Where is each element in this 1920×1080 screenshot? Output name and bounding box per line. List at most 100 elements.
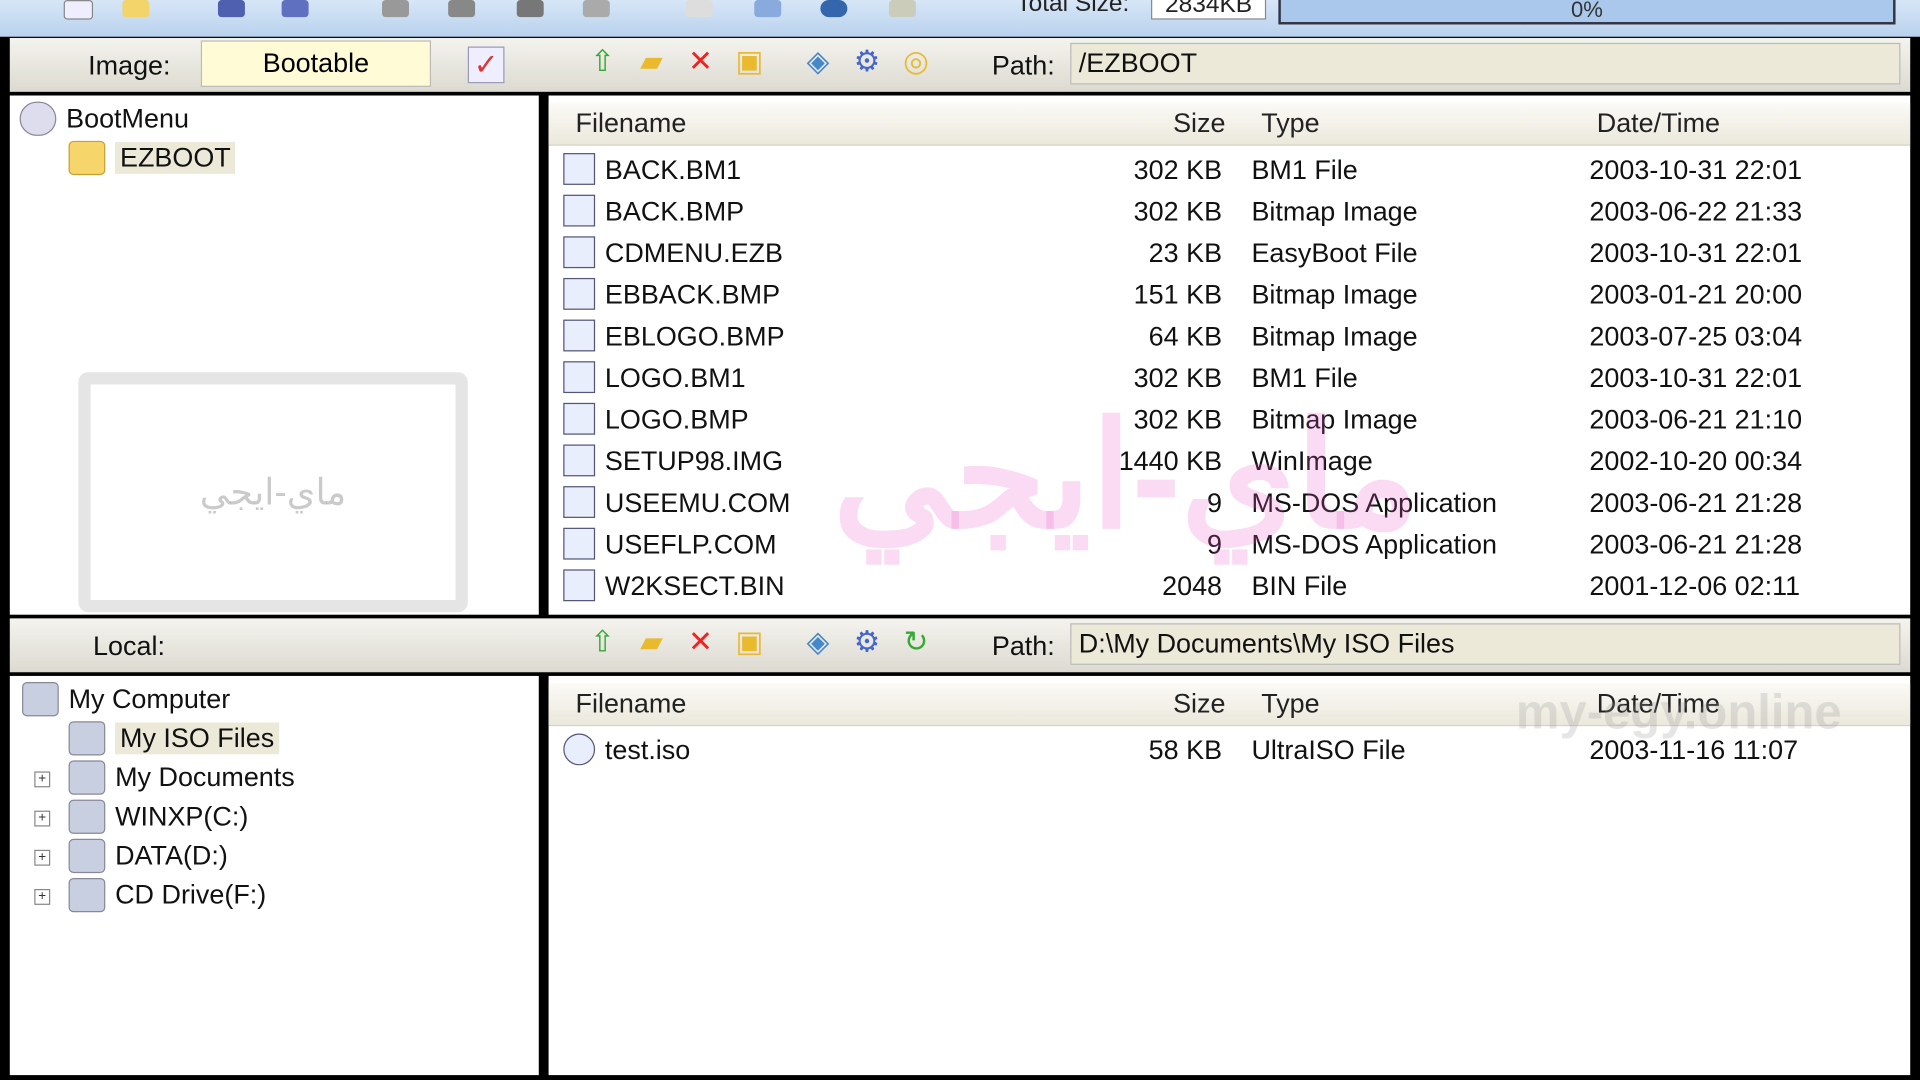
- drive-icon: [68, 799, 106, 834]
- file-type: UltraISO File: [1251, 734, 1406, 766]
- new-icon[interactable]: [63, 0, 94, 20]
- tree-label: My Documents: [115, 761, 295, 793]
- file-datetime: 2003-10-31 22:01: [1589, 362, 1803, 394]
- column-size[interactable]: Size: [1173, 688, 1225, 720]
- tree-label: CD Drive(F:): [115, 879, 267, 910]
- delete-icon[interactable]: ✕: [683, 44, 717, 78]
- file-name: CDMENU.EZB: [604, 237, 784, 269]
- floppy-icon: [563, 444, 596, 477]
- column-datetime[interactable]: Date/Time: [1597, 108, 1720, 140]
- properties-gear-icon[interactable]: ⚙: [850, 624, 884, 658]
- add-files-icon[interactable]: ◈: [801, 44, 835, 78]
- file-type: BM1 File: [1251, 154, 1358, 185]
- delete-icon[interactable]: ✕: [683, 624, 717, 658]
- image-toolbar: Image: Bootable ✓ ⇧ ▰ ✕ ▣ ◈ ⚙ ◎ Path: /E…: [9, 37, 1911, 92]
- checklist-icon[interactable]: ✓: [467, 46, 505, 84]
- file-datetime: 2003-01-21 20:00: [1589, 279, 1803, 310]
- tree-item[interactable]: CD Drive(F:): [68, 877, 267, 914]
- cd-icon: [19, 101, 57, 136]
- tree-item-ezboot[interactable]: EZBOOT: [68, 140, 236, 177]
- burn-icon[interactable]: [582, 0, 610, 18]
- set-boot-icon[interactable]: ◎: [899, 44, 933, 78]
- file-datetime: 2003-06-21 21:10: [1589, 404, 1803, 435]
- column-filename[interactable]: Filename: [576, 108, 687, 140]
- column-type[interactable]: Type: [1261, 688, 1319, 720]
- file-datetime: 2003-07-25 03:04: [1589, 320, 1803, 352]
- rename-icon[interactable]: ▣: [732, 624, 766, 658]
- tree-item[interactable]: My ISO Files: [68, 720, 280, 757]
- expand-toggle-icon[interactable]: +: [34, 888, 51, 905]
- file-row[interactable]: W2KSECT.BIN 2048 BIN File 2001-12-06 02:…: [549, 566, 1908, 608]
- file-datetime: 2002-10-20 00:34: [1589, 445, 1803, 477]
- file-name: USEEMU.COM: [604, 487, 791, 518]
- properties-gear-icon[interactable]: ⚙: [850, 44, 884, 78]
- save-as-icon[interactable]: [281, 0, 309, 18]
- up-folder-icon[interactable]: ⇧: [585, 44, 619, 78]
- file-size: 64 KB: [1148, 320, 1223, 352]
- file-row[interactable]: EBBACK.BMP 151 KB Bitmap Image 2003-01-2…: [549, 274, 1908, 316]
- tree-label: WINXP(C:): [115, 800, 249, 832]
- bitmap-icon: [563, 194, 596, 227]
- file-name: W2KSECT.BIN: [604, 570, 785, 602]
- file-size: 302 KB: [1133, 362, 1223, 394]
- expand-toggle-icon[interactable]: +: [34, 849, 51, 866]
- file-name: LOGO.BMP: [604, 404, 749, 435]
- exit-icon[interactable]: [888, 0, 916, 18]
- help-icon[interactable]: [754, 0, 782, 18]
- file-datetime: 2003-10-31 22:01: [1589, 237, 1803, 269]
- tree-label: EZBOOT: [115, 142, 236, 174]
- new-folder-icon[interactable]: ▰: [634, 624, 668, 658]
- expand-toggle-icon[interactable]: +: [34, 810, 51, 827]
- tree-item[interactable]: DATA(D:): [68, 838, 228, 875]
- file-bm1-icon: [563, 361, 596, 394]
- file-row[interactable]: CDMENU.EZB 23 KB EasyBoot File 2003-10-3…: [549, 233, 1908, 275]
- up-folder-icon[interactable]: ⇧: [585, 624, 619, 658]
- cd-drive-icon: [68, 877, 106, 913]
- image-path-field[interactable]: /EZBOOT: [1070, 42, 1901, 85]
- folder-icon: [68, 140, 106, 176]
- file-size: 58 KB: [1148, 734, 1223, 766]
- column-filename[interactable]: Filename: [576, 688, 687, 720]
- mount-icon[interactable]: [448, 0, 476, 18]
- register-icon[interactable]: [820, 0, 848, 18]
- file-row[interactable]: BACK.BMP 302 KB Bitmap Image 2003-06-22 …: [549, 191, 1908, 233]
- watermark-arabic: ماي-ايجي: [832, 394, 1420, 559]
- tree-item-bootmenu[interactable]: BootMenu: [19, 100, 189, 137]
- save-icon[interactable]: [217, 0, 245, 18]
- tree-label: DATA(D:): [115, 840, 228, 871]
- local-path-field[interactable]: D:\My Documents\My ISO Files: [1070, 623, 1901, 665]
- add-to-image-icon[interactable]: ◈: [801, 624, 835, 658]
- new-folder-icon[interactable]: ▰: [634, 44, 668, 78]
- refresh-icon[interactable]: ↻: [899, 624, 933, 658]
- file-row[interactable]: EBLOGO.BMP 64 KB Bitmap Image 2003-07-25…: [549, 316, 1908, 358]
- file-type: EasyBoot File: [1251, 237, 1418, 269]
- tree-item[interactable]: WINXP(C:): [68, 798, 249, 835]
- tree-item[interactable]: My Computer: [22, 681, 230, 718]
- column-type[interactable]: Type: [1261, 108, 1319, 140]
- file-type: BM1 File: [1251, 362, 1358, 394]
- file-row[interactable]: BACK.BM1 302 KB BM1 File 2003-10-31 22:0…: [549, 149, 1908, 191]
- file-name: SETUP98.IMG: [604, 445, 784, 477]
- local-label: Local:: [93, 630, 165, 662]
- file-type: Bitmap Image: [1251, 279, 1418, 310]
- expand-toggle-icon[interactable]: +: [34, 771, 51, 788]
- rename-icon[interactable]: ▣: [732, 44, 766, 78]
- file-name: EBLOGO.BMP: [604, 320, 785, 352]
- file-size: 151 KB: [1133, 279, 1223, 310]
- open-icon[interactable]: [122, 0, 150, 18]
- total-size-label: Total Size:: [1016, 0, 1130, 18]
- watermark-logo: ماي-ايجي: [78, 372, 468, 613]
- main-toolbar: Total Size: 2834KB 0%: [0, 0, 1920, 37]
- file-size: 2048: [1162, 570, 1223, 602]
- tree-label: My Computer: [68, 683, 231, 714]
- tree-item[interactable]: My Documents: [68, 759, 295, 796]
- tree-label: BootMenu: [66, 102, 189, 134]
- file-datetime: 2003-10-31 22:01: [1589, 154, 1803, 185]
- file-name: USEFLP.COM: [604, 528, 777, 560]
- extract-icon[interactable]: [382, 0, 409, 18]
- column-size[interactable]: Size: [1173, 108, 1225, 140]
- image-type-field[interactable]: Bootable: [200, 40, 432, 87]
- options-icon[interactable]: [685, 0, 713, 18]
- compress-icon[interactable]: [516, 0, 544, 18]
- file-name: EBBACK.BMP: [604, 279, 781, 310]
